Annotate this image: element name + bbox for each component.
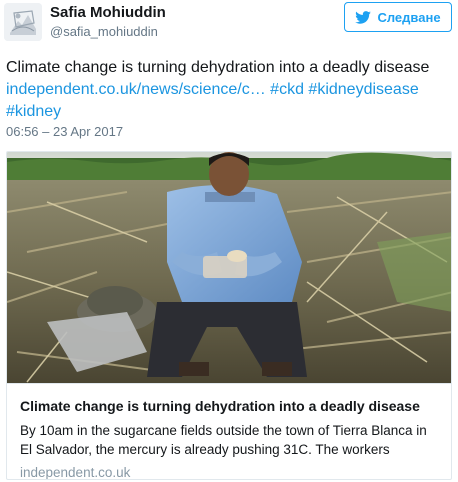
- follow-button-label: Следване: [377, 9, 441, 25]
- tweet-header: Safia Mohiuddin @safia_mohiuddin Следван…: [0, 0, 458, 48]
- follow-button[interactable]: Следване: [344, 2, 452, 32]
- card-image[interactable]: [7, 152, 451, 383]
- card-description: By 10am in the sugarcane fields outside …: [20, 423, 427, 457]
- card-body[interactable]: Climate change is turning dehydration in…: [7, 383, 451, 480]
- twitter-bird-icon: [355, 10, 372, 24]
- hashtag-kidney[interactable]: #kidney: [6, 103, 61, 120]
- tweet-links-line: independent.co.uk/news/science/c… #ckd #…: [6, 79, 452, 101]
- hashtag-kidneydisease[interactable]: #kidneydisease: [308, 81, 418, 98]
- tweet-links-line-2: #kidney: [6, 101, 452, 123]
- tweet-headline: Climate change is turning dehydration in…: [6, 59, 430, 76]
- hashtag-ckd[interactable]: #ckd: [270, 81, 304, 98]
- tweet-timestamp[interactable]: 06:56 – 23 Apr 2017: [6, 124, 123, 139]
- avatar[interactable]: [4, 3, 42, 41]
- tweet-article-link[interactable]: independent.co.uk/news/science/c…: [6, 81, 266, 98]
- tweet-text: Climate change is turning dehydration in…: [6, 57, 452, 123]
- card-domain: independent.co.uk: [20, 465, 131, 480]
- link-preview-card[interactable]: Climate change is turning dehydration in…: [6, 151, 452, 480]
- author-name[interactable]: Safia Mohiuddin: [50, 4, 166, 21]
- author-handle[interactable]: @safia_mohiuddin: [50, 24, 158, 39]
- card-title[interactable]: Climate change is turning dehydration in…: [20, 397, 441, 415]
